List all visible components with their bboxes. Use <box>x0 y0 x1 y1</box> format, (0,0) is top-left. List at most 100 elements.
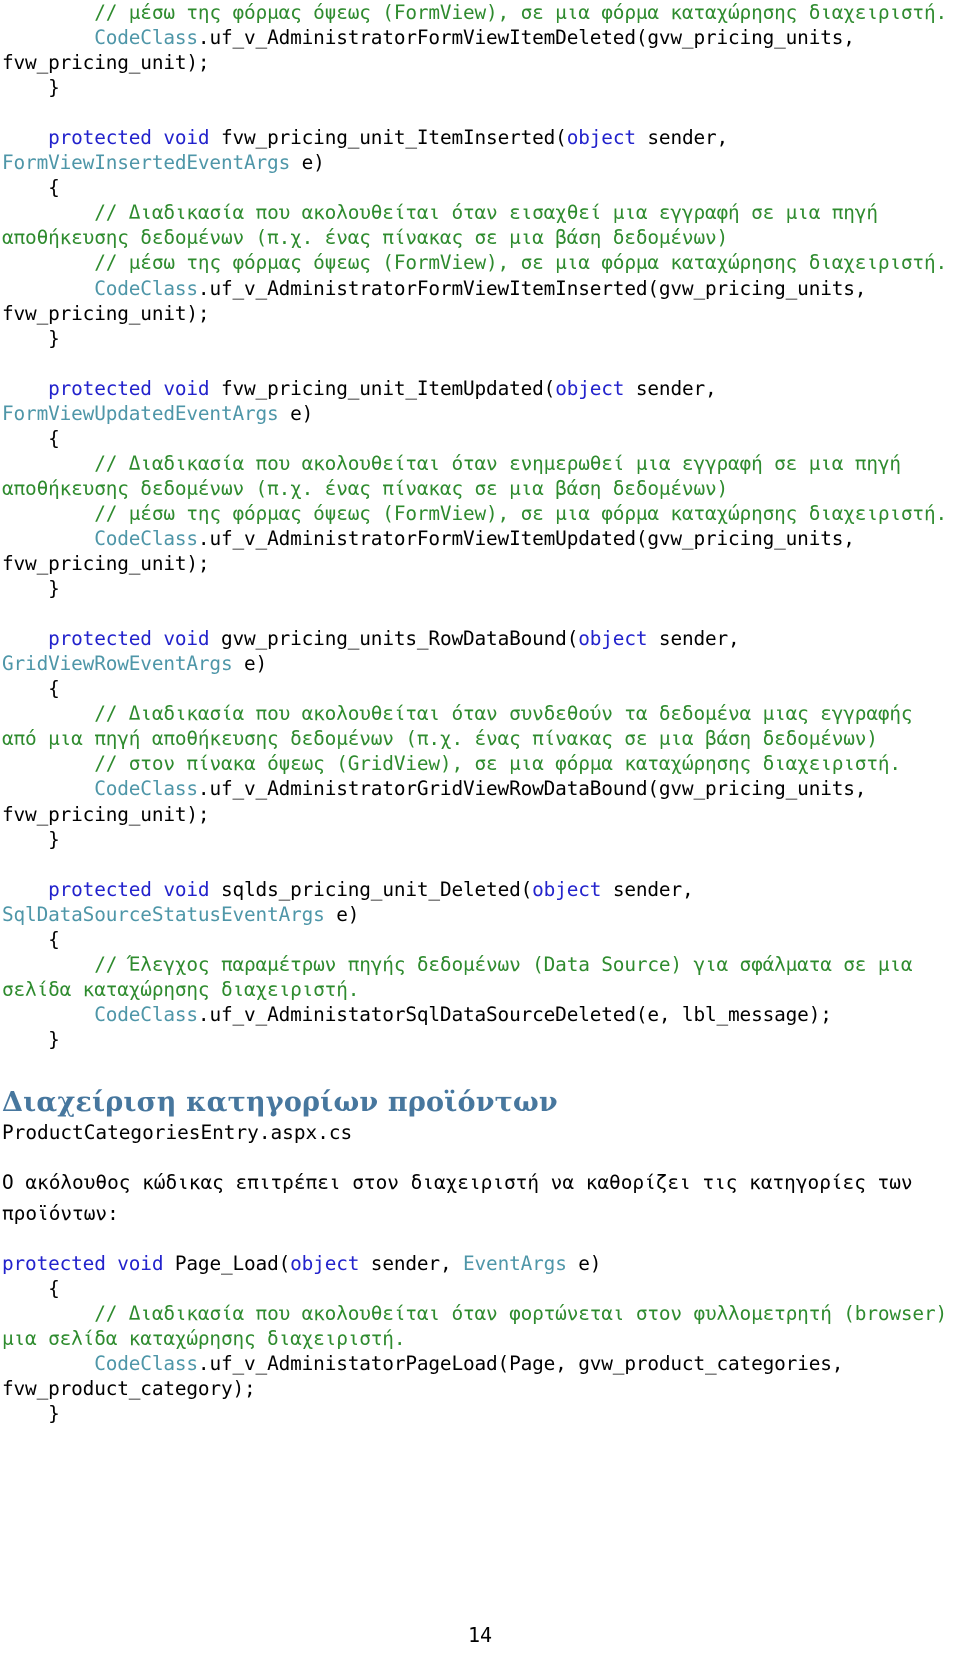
code-token-pln: Page_Load( <box>174 1252 291 1276</box>
code-token-pln: { <box>2 677 60 701</box>
code-token-kw: object <box>532 877 602 901</box>
code-token-pln: { <box>2 1277 60 1301</box>
code-line: // Διαδικασία που ακολουθείται όταν εισα… <box>2 200 956 250</box>
code-block-product-categories: protected void Page_Load(object sender, … <box>2 1251 956 1426</box>
code-token-cmt: // μέσω της φόρμας όψεως (FormView), σε … <box>2 251 947 275</box>
code-token-cmt: // μέσω της φόρμας όψεως (FormView), σε … <box>2 501 947 525</box>
code-token-kw: object <box>578 627 648 651</box>
code-token-pln: gvw_pricing_units_RowDataBound( <box>220 627 579 651</box>
code-line: CodeClass.uf_v_AdministratorFormViewItem… <box>2 25 956 75</box>
code-token-cmt: // μέσω της φόρμας όψεως (FormView), σε … <box>2 1 947 24</box>
code-token-typ: SqlDataSourceStatusEventArgs <box>2 902 325 926</box>
code-line: // Διαδικασία που ακολουθείται όταν συνδ… <box>2 701 956 751</box>
code-token-pln: fvw_pricing_unit_ItemUpdated( <box>220 376 556 400</box>
code-token-pln: e) <box>566 1252 602 1276</box>
code-token-pln: e) <box>290 151 325 175</box>
code-token-pln: } <box>2 827 60 851</box>
code-token-typ: CodeClass <box>2 26 198 50</box>
code-token-typ: FormViewInsertedEventArgs <box>2 151 291 175</box>
code-line: CodeClass.uf_v_AdministratorFormViewItem… <box>2 526 956 576</box>
code-token-pln: e) <box>232 652 268 676</box>
page-number: 14 <box>467 1623 493 1647</box>
code-line: // μέσω της φόρμας όψεως (FormView), σε … <box>2 250 956 275</box>
code-token-kw: object <box>566 126 636 150</box>
code-token-pln: } <box>2 1027 60 1051</box>
source-filename: ProductCategoriesEntry.aspx.cs <box>2 1120 353 1144</box>
code-token-pln: sender, <box>359 1252 463 1276</box>
code-token-pln: .uf_v_AdministatorSqlDataSourceDeleted(e… <box>197 1002 832 1026</box>
page-title: Διαχείριση κατηγορίων προϊόντων <box>2 1086 558 1118</box>
code-token-typ: EventArgs <box>463 1252 567 1276</box>
code-token-cmt: // στον πίνακα όψεως (GridView), σε μια … <box>2 752 901 776</box>
code-token-kw: object <box>290 1252 360 1276</box>
code-line: CodeClass.uf_v_AdministatorSqlDataSource… <box>2 1002 956 1027</box>
code-line: } <box>2 75 956 100</box>
code-line: protected void gvw_pricing_units_RowData… <box>2 626 956 676</box>
code-token-kw: protected void <box>2 627 221 651</box>
code-token-pln: } <box>2 1402 60 1426</box>
code-token-cmt: // Έλεγχος παραμέτρων πηγής δεδομένων (D… <box>2 952 924 1001</box>
code-line: // στον πίνακα όψεως (GridView), σε μια … <box>2 751 956 776</box>
code-token-pln: { <box>2 426 60 450</box>
code-block-pricing-units: // μέσω της φόρμας όψεως (FormView), σε … <box>2 0 956 1052</box>
code-token-typ: CodeClass <box>2 276 198 300</box>
code-line: protected void sqlds_pricing_unit_Delete… <box>2 877 956 927</box>
code-line: } <box>2 1027 956 1052</box>
code-line: { <box>2 1276 956 1301</box>
code-line: CodeClass.uf_v_AdministratorFormViewItem… <box>2 276 956 326</box>
code-token-cmt: // Διαδικασία που ακολουθείται όταν φορτ… <box>2 1302 959 1351</box>
code-line: { <box>2 676 956 701</box>
code-token-kw: protected void <box>2 1252 175 1276</box>
code-token-kw: protected void <box>2 376 221 400</box>
code-token-pln: { <box>2 927 60 951</box>
document-page: // μέσω της φόρμας όψεως (FormView), σε … <box>0 0 960 1661</box>
code-line: // Διαδικασία που ακολουθείται όταν φορτ… <box>2 1301 956 1351</box>
code-line: // Διαδικασία που ακολουθείται όταν ενημ… <box>2 451 956 501</box>
code-line: protected void fvw_pricing_unit_ItemUpda… <box>2 376 956 426</box>
code-token-kw: protected void <box>2 877 221 901</box>
code-token-cmt: // Διαδικασία που ακολουθείται όταν ενημ… <box>2 451 913 500</box>
section-intro-paragraph: Ο ακόλουθος κώδικας επιτρέπει στον διαχε… <box>2 1171 925 1226</box>
page-content: // μέσω της φόρμας όψεως (FormView), σε … <box>0 0 960 1426</box>
code-token-pln: sender, <box>601 877 706 901</box>
code-token-kw: protected void <box>2 126 221 150</box>
code-token-kw: object <box>555 376 625 400</box>
code-token-pln: fvw_pricing_unit_ItemInserted( <box>220 126 567 150</box>
code-line: // μέσω της φόρμας όψεως (FormView), σε … <box>2 0 956 25</box>
code-token-pln: } <box>2 76 60 100</box>
code-token-pln: sqlds_pricing_unit_Deleted( <box>220 877 533 901</box>
code-line: // μέσω της φόρμας όψεως (FormView), σε … <box>2 501 956 526</box>
code-line: protected void fvw_pricing_unit_ItemInse… <box>2 125 956 175</box>
code-token-pln: { <box>2 176 60 200</box>
code-line: } <box>2 326 956 351</box>
code-line: { <box>2 927 956 952</box>
code-token-typ: CodeClass <box>2 526 198 550</box>
code-token-pln: sender, <box>647 627 752 651</box>
code-line: CodeClass.uf_v_AdministratorGridViewRowD… <box>2 776 956 826</box>
code-token-pln: e) <box>278 401 314 425</box>
code-line: protected void Page_Load(object sender, … <box>2 1251 956 1276</box>
code-token-typ: CodeClass <box>2 1352 198 1376</box>
code-token-pln: e) <box>324 902 360 926</box>
code-token-typ: GridViewRowEventArgs <box>2 652 233 676</box>
code-line: { <box>2 175 956 200</box>
code-token-typ: FormViewUpdatedEventArgs <box>2 401 279 425</box>
code-token-typ: CodeClass <box>2 1002 198 1026</box>
code-line: } <box>2 576 956 601</box>
code-line: // Έλεγχος παραμέτρων πηγής δεδομένων (D… <box>2 952 956 1002</box>
code-token-cmt: // Διαδικασία που ακολουθείται όταν συνδ… <box>2 702 924 751</box>
code-token-pln: sender, <box>624 376 729 400</box>
code-token-cmt: // Διαδικασία που ακολουθείται όταν εισα… <box>2 201 890 250</box>
code-token-typ: CodeClass <box>2 777 198 801</box>
code-token-pln: sender, <box>635 126 740 150</box>
code-line: CodeClass.uf_v_AdministatorPageLoad(Page… <box>2 1351 956 1401</box>
code-token-pln: } <box>2 326 60 350</box>
code-line: } <box>2 827 956 852</box>
